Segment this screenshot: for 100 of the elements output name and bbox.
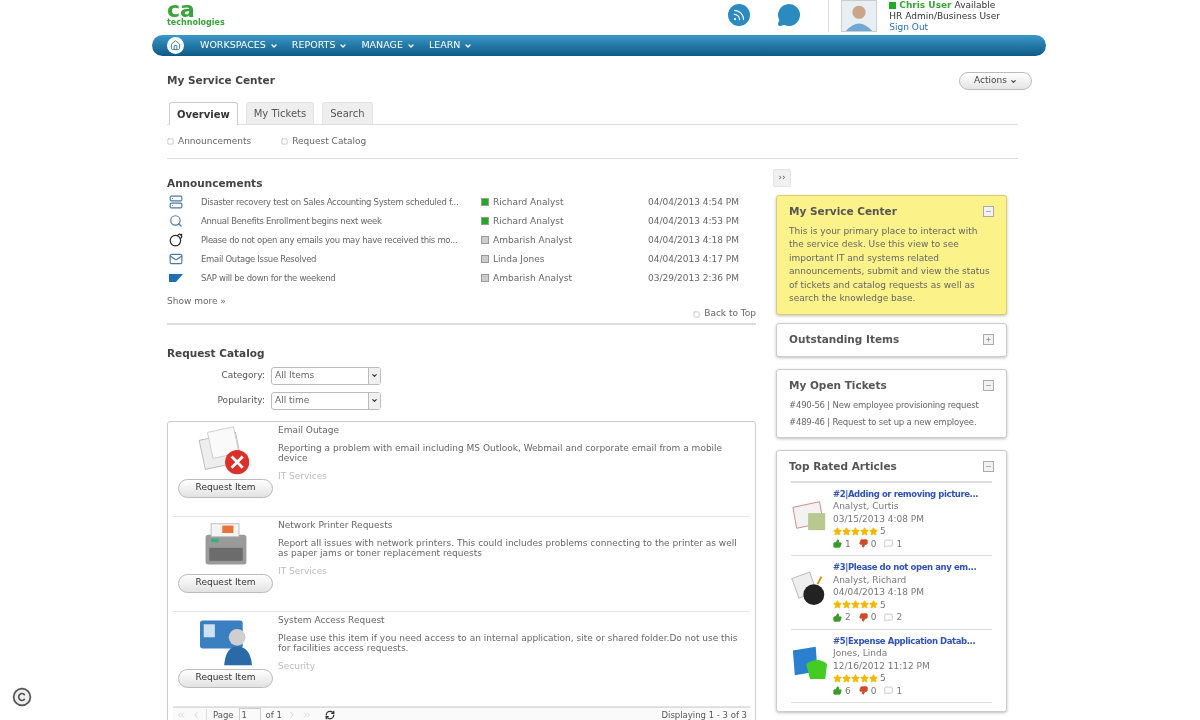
star-icon xyxy=(833,526,842,536)
tab[interactable]: My Tickets xyxy=(245,102,315,124)
comments-count: 2 xyxy=(896,611,903,624)
star-icon xyxy=(842,526,851,536)
article-author: Analyst, Curtis xyxy=(833,500,900,513)
comments-count: 1 xyxy=(896,537,903,550)
request-item-button[interactable]: Request Item xyxy=(178,668,273,688)
server-icon xyxy=(169,195,183,210)
article-author: Jones, Linda xyxy=(833,647,889,660)
displaying-count: Displaying 1 - 3 of 3 xyxy=(661,708,747,720)
rating-value: 5 xyxy=(880,525,886,538)
announcement-link[interactable]: Annual Benefits Enrollment begins next week xyxy=(201,214,382,228)
page-label: Page xyxy=(206,708,234,720)
page-count: of 1 xyxy=(265,708,282,720)
request-item-button[interactable]: Request Item xyxy=(178,573,273,593)
collapse-sidebar-button[interactable]: ›› xyxy=(773,169,791,187)
star-icon xyxy=(851,673,860,683)
expand-icon[interactable] xyxy=(983,334,994,346)
magnifier-icon xyxy=(169,214,183,229)
panel-title: My Open Tickets xyxy=(789,377,887,393)
nav-menu[interactable]: LEARN xyxy=(428,38,473,53)
collapse-icon[interactable] xyxy=(983,379,994,391)
anchor-icon xyxy=(693,310,701,318)
article-author: Analyst, Richard xyxy=(833,573,908,586)
announcement-author: Ambarish Analyst xyxy=(493,233,574,247)
anchor-icon xyxy=(281,138,289,145)
home-icon[interactable] xyxy=(167,37,184,54)
dislikes-count: 0 xyxy=(870,684,877,697)
star-icon xyxy=(869,526,878,536)
star-icon xyxy=(860,526,869,536)
announcement-date: 04/04/2013 4:53 PM xyxy=(648,214,739,228)
tab[interactable]: Overview xyxy=(169,102,238,125)
section-link[interactable]: Request Catalog xyxy=(281,134,367,149)
announcement-author: Linda Jones xyxy=(493,252,546,266)
star-icon xyxy=(833,600,842,610)
back-to-top-link[interactable]: Back to Top xyxy=(693,307,756,321)
filter-dropdown[interactable]: All Items xyxy=(271,366,381,385)
avatar xyxy=(841,0,878,32)
announcement-link[interactable]: Email Outage Issue Resolved xyxy=(201,252,317,266)
catalog-item-title: Email Outage xyxy=(278,424,340,435)
collapse-icon[interactable] xyxy=(983,461,994,473)
sign-out-link[interactable]: Sign Out xyxy=(889,22,1000,33)
page-title: My Service Center xyxy=(167,73,275,89)
announcement-date: 03/29/2013 2:36 PM xyxy=(648,271,739,285)
chat-icon[interactable] xyxy=(776,3,803,27)
nav-menu[interactable]: WORKSPACES xyxy=(200,38,278,53)
show-more-link[interactable]: Show more » xyxy=(167,294,226,309)
star-icon xyxy=(851,526,860,536)
catalog-item-description: Report all issues with network printers. This could includes problems connecting to the printer as well as paper jams or toner replacement requests xyxy=(278,537,738,558)
thumbs-up-icon[interactable] xyxy=(833,539,842,549)
thumbs-down-icon[interactable] xyxy=(858,612,868,622)
catalog-item-category: Security xyxy=(278,660,316,671)
panel-title: Top Rated Articles xyxy=(789,458,897,474)
ticket-link[interactable]: #490-56 | New employee provisioning request xyxy=(789,399,979,412)
thumbs-up-icon[interactable] xyxy=(833,686,842,696)
section-link[interactable]: Announcements xyxy=(167,134,252,149)
refresh-icon[interactable] xyxy=(324,710,335,720)
article-date: 04/04/2013 4:18 PM xyxy=(833,586,925,599)
user-status: Available xyxy=(954,0,996,11)
request-item-button[interactable]: Request Item xyxy=(178,478,273,498)
filter-dropdown[interactable]: All time xyxy=(271,391,381,410)
thumbs-down-icon[interactable] xyxy=(858,539,868,549)
star-icon xyxy=(842,600,851,610)
collapse-icon[interactable] xyxy=(983,206,994,218)
announcement-link[interactable]: Please do not open any emails you may have received this mo... xyxy=(201,233,458,247)
thumbs-up-icon[interactable] xyxy=(833,612,842,622)
user-name: Chris User xyxy=(899,0,952,11)
dislikes-count: 0 xyxy=(870,611,877,624)
star-icon xyxy=(860,673,869,683)
article-link[interactable]: #2|Adding or removing picture... xyxy=(833,487,979,500)
nav-menu[interactable]: REPORTS xyxy=(291,38,348,53)
ticket-link[interactable]: #489-46 | Request to set up a new employee. xyxy=(789,416,977,429)
tab[interactable]: Search xyxy=(322,102,373,124)
actions-button[interactable]: Actions xyxy=(959,72,1032,90)
catalog-item-description: Reporting a problem with email including MS Outlook, Webmail and corporate email from a mobile device xyxy=(278,442,724,463)
logo-subtitle: technologies xyxy=(167,19,225,27)
article-link[interactable]: #5|Expense Application Datab... xyxy=(833,634,976,647)
rating-value: 5 xyxy=(880,672,886,685)
likes-count: 1 xyxy=(845,537,851,550)
article-link[interactable]: #3|Please do not open any em... xyxy=(833,561,977,574)
announcement-date: 04/04/2013 4:54 PM xyxy=(648,195,739,209)
page-number-field[interactable]: 1 xyxy=(238,708,261,720)
dislikes-count: 0 xyxy=(870,537,877,550)
section-title: Request Catalog xyxy=(167,345,266,361)
caret-icon xyxy=(1010,77,1017,85)
likes-count: 6 xyxy=(845,684,851,697)
panel-description: This is your primary place to interact with the service desk. Use this view to see important IT and systems related announcements, submit and view the status of tickets and catalog requests as well as search the knowledge base. xyxy=(789,224,991,306)
rss-icon[interactable] xyxy=(728,4,751,26)
announcement-author: Richard Analyst xyxy=(493,195,565,209)
announcement-link[interactable]: Disaster recovery test on Sales Accounting System scheduled f... xyxy=(201,195,459,209)
article-date: 12/16/2012 11:12 PM xyxy=(833,659,931,672)
anchor-icon xyxy=(167,138,174,145)
thumbs-down-icon[interactable] xyxy=(858,686,868,696)
star-icon xyxy=(851,600,860,610)
user-role: HR Admin/Business User xyxy=(889,11,1000,22)
copyright-icon[interactable] xyxy=(12,687,32,707)
nav-menu[interactable]: MANAGE xyxy=(361,38,415,53)
section-title: Announcements xyxy=(167,176,264,191)
catalog-item-description: Please use this item if you need access to an internal application, site or shared folder.Do not use this for facilities access requests. xyxy=(278,632,739,653)
announcement-link[interactable]: SAP will be down for the weekend xyxy=(201,271,336,285)
